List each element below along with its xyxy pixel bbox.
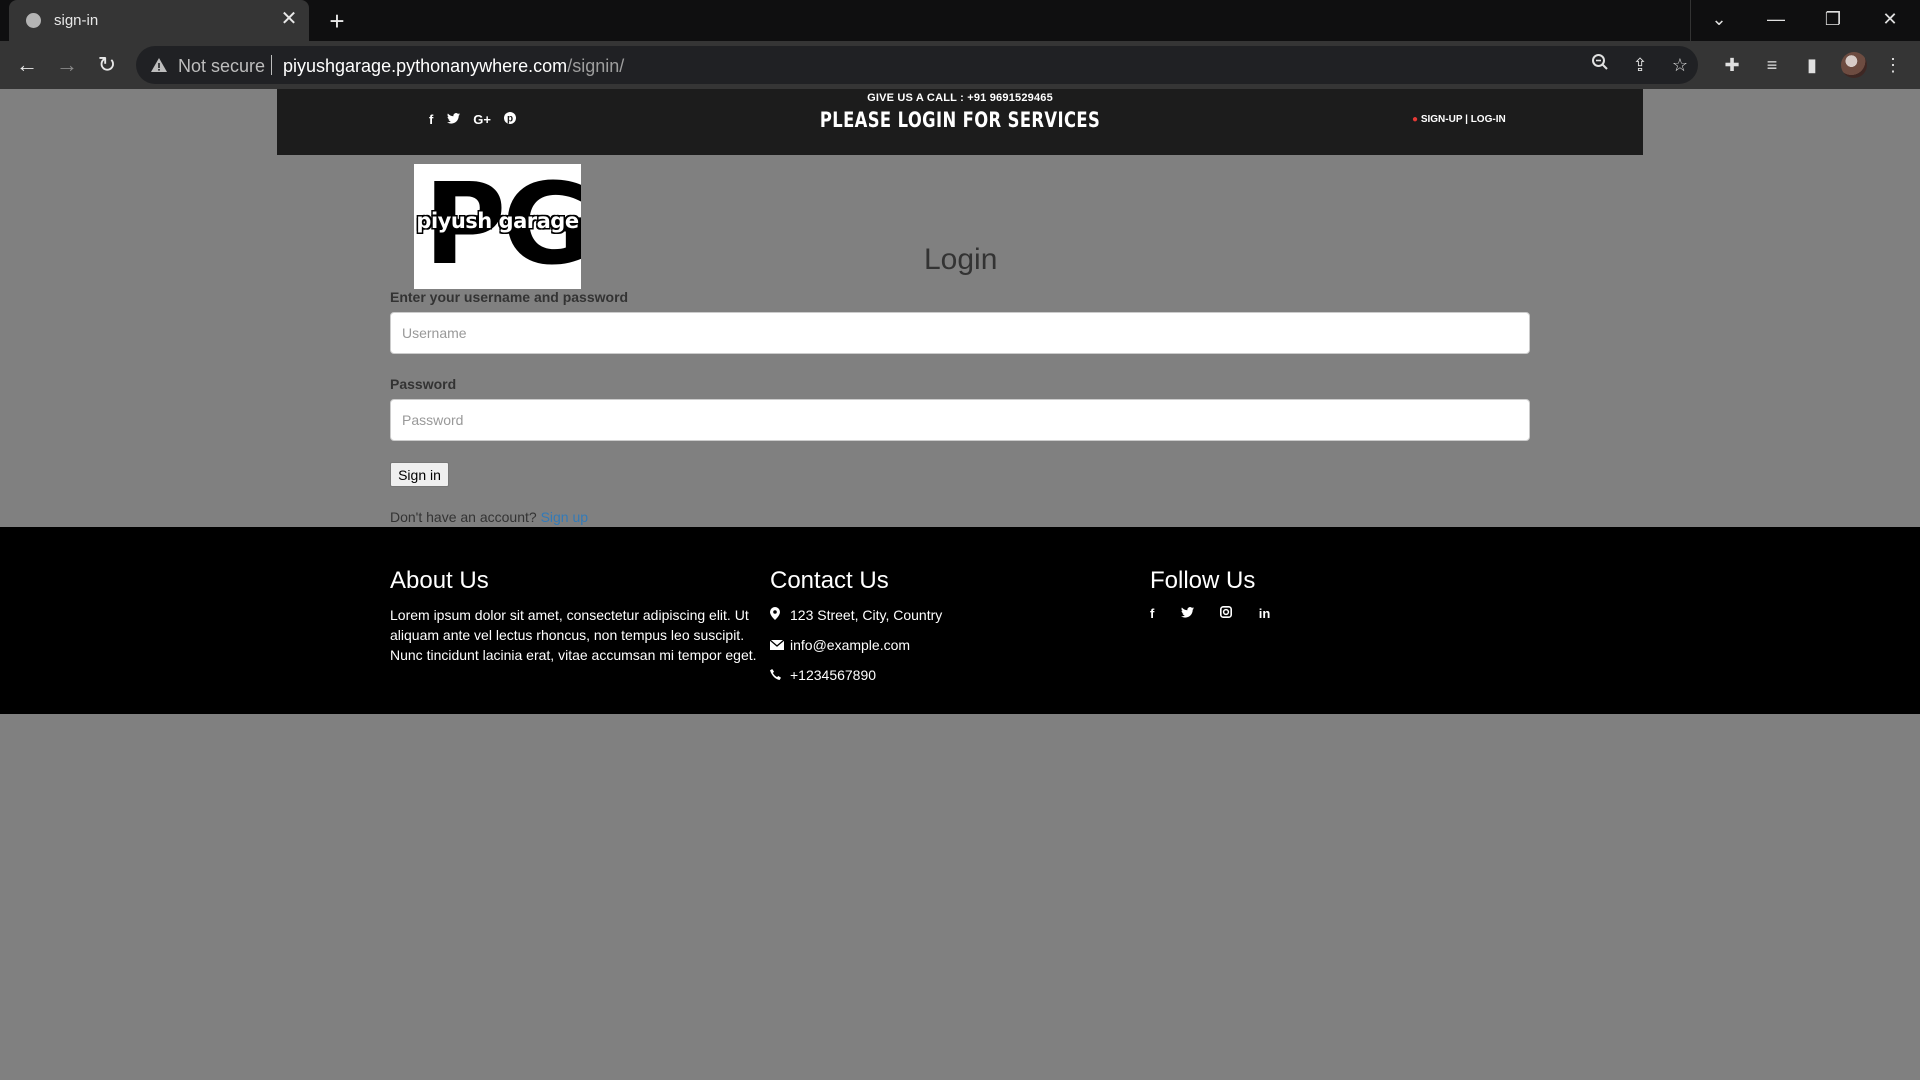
divider [1690, 0, 1691, 41]
warning-icon [151, 58, 167, 72]
email-text[interactable]: info@example.com [790, 637, 910, 653]
login-instruction: Enter your username and password [390, 289, 629, 305]
no-account-text: Don't have an account? [390, 509, 537, 525]
browser-toolbar: ← → ↻ Not secure piyushgarage.pythonanyw… [0, 41, 1920, 89]
contact-address: 123 Street, City, Country [770, 605, 942, 635]
forward-button[interactable]: → [51, 49, 83, 81]
sign-in-button[interactable]: Sign in [390, 462, 449, 487]
signup-link[interactable]: SIGN-UP [1421, 114, 1463, 125]
zoom-icon[interactable] [1588, 53, 1612, 77]
back-button[interactable]: ← [11, 49, 43, 81]
envelope-icon [769, 636, 790, 656]
contact-phone: +1234567890 [770, 665, 942, 695]
twitter-icon[interactable] [1180, 606, 1194, 621]
auth-links: ● SIGN-UP | LOG-IN [1412, 114, 1506, 125]
header-title: PLEASE LOGIN FOR SERVICES [819, 108, 1101, 132]
new-tab-button[interactable]: + [320, 6, 354, 36]
minimize-button[interactable]: — [1748, 0, 1804, 41]
logo-text: piyush garage [416, 209, 579, 233]
close-window-button[interactable]: ✕ [1862, 0, 1918, 41]
signup-prompt: Don't have an account? Sign up [390, 509, 588, 525]
map-marker-icon [770, 606, 790, 626]
address-bar[interactable]: Not secure piyushgarage.pythonanywhere.c… [136, 46, 1698, 84]
media-control-icon[interactable]: ≡ [1759, 52, 1785, 78]
browser-tab-bar: sign-in ✕ + ⌄ — ❐ ✕ [0, 0, 1920, 41]
facebook-icon[interactable]: f [1150, 606, 1154, 621]
globe-icon [26, 13, 41, 28]
call-us-text: GIVE US A CALL : +91 9691529465 [867, 92, 1053, 104]
site-footer: About Us Lorem ipsum dolor sit amet, con… [0, 527, 1920, 714]
site-header: f G+ p GIVE US A CALL : +91 9691529465 P… [277, 89, 1643, 155]
tab-search-icon[interactable]: ⌄ [1691, 0, 1747, 41]
password-input[interactable] [390, 399, 1530, 441]
phone-text: +1234567890 [790, 667, 877, 683]
url-path: /signin/ [567, 56, 625, 76]
menu-icon[interactable]: ⋮ [1880, 52, 1906, 78]
url-host: piyushgarage.pythonanywhere.com [283, 56, 568, 76]
side-panel-icon[interactable]: ▮ [1799, 52, 1825, 78]
url-text[interactable]: piyushgarage.pythonanywhere.com/signin/ [283, 56, 624, 77]
browser-tab[interactable]: sign-in ✕ [9, 0, 309, 41]
auth-divider: | [1465, 114, 1468, 125]
login-link[interactable]: LOG-IN [1471, 114, 1506, 125]
phone-icon [770, 666, 790, 686]
contact-title: Contact Us [770, 567, 889, 594]
user-icon: ● [1412, 114, 1419, 125]
tab-title: sign-in [54, 12, 99, 29]
extensions-icon[interactable]: ✚ [1719, 52, 1745, 78]
footer-about: About Us Lorem ipsum dolor sit amet, con… [390, 567, 760, 665]
follow-title: Follow Us [1150, 567, 1256, 594]
security-label[interactable]: Not secure [178, 56, 265, 77]
close-tab-icon[interactable]: ✕ [279, 9, 299, 29]
bookmark-star-icon[interactable]: ☆ [1668, 53, 1692, 77]
password-label: Password [390, 376, 457, 392]
instagram-icon[interactable] [1220, 606, 1233, 621]
share-icon[interactable]: ⇪ [1628, 53, 1652, 77]
reload-button[interactable]: ↻ [91, 49, 123, 81]
footer-social-links: f in [1150, 605, 1292, 623]
about-text: Lorem ipsum dolor sit amet, consectetur … [390, 607, 757, 663]
about-title: About Us [390, 567, 489, 594]
username-input[interactable] [390, 312, 1530, 354]
login-title: Login [924, 243, 998, 276]
signup-link-bottom[interactable]: Sign up [541, 509, 588, 525]
footer-follow: Follow Us f in [1150, 567, 1292, 623]
linkedin-icon[interactable]: in [1259, 606, 1271, 621]
contact-email: info@example.com [769, 635, 942, 665]
divider [271, 55, 272, 75]
address-text: 123 Street, City, Country [790, 607, 943, 623]
profile-avatar[interactable] [1841, 52, 1867, 78]
site-logo[interactable]: PG piyush garage [414, 164, 581, 289]
footer-contact: Contact Us 123 Street, City, Country inf… [769, 567, 942, 695]
restore-button[interactable]: ❐ [1805, 0, 1861, 41]
